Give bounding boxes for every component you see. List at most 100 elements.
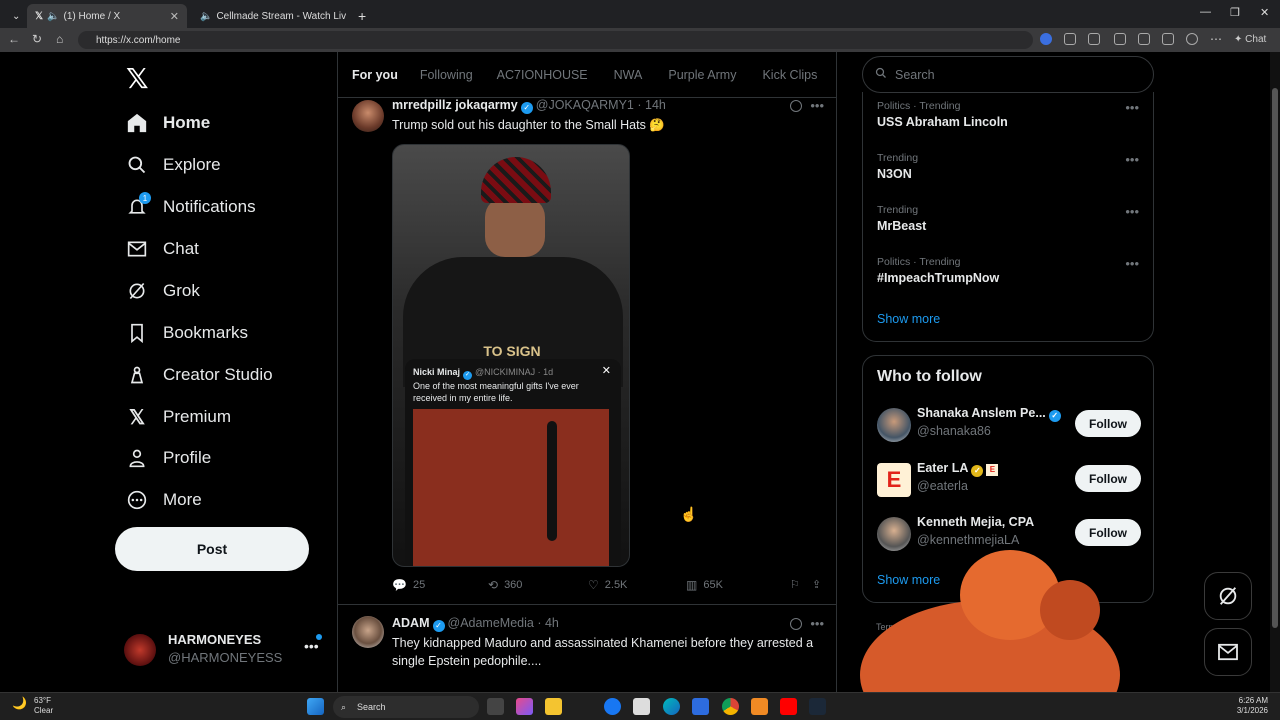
sidebar-item-chat[interactable]: Chat	[124, 234, 199, 264]
author-name[interactable]: ADAM	[392, 616, 430, 630]
follow-suggestion[interactable]: E Eater LA ✓ E @eaterla Follow	[877, 461, 1141, 501]
messages-floating-button[interactable]	[1204, 628, 1252, 676]
suggestion-name[interactable]: Eater LA ✓ E	[917, 461, 999, 477]
sidebar-item-creator-studio[interactable]: Creator Studio	[124, 360, 273, 390]
file-explorer-icon[interactable]	[545, 698, 562, 715]
like-button[interactable]: ♡ 2.5K	[588, 578, 627, 592]
grok-floating-button[interactable]	[1204, 572, 1252, 620]
restore-button[interactable]: ❐	[1230, 6, 1240, 19]
browser-essentials-icon[interactable]	[1162, 33, 1174, 45]
system-clock[interactable]: 6:26 AM 3/1/2026	[1228, 696, 1268, 716]
tab-cellmade-stream[interactable]: 🔈 Cellmade Stream - Watch Liv ✕	[188, 4, 346, 28]
account-switcher[interactable]: HARMONEYES @HARMONEYESS •••	[124, 630, 336, 674]
home-page-icon[interactable]: ⌂	[56, 32, 63, 46]
youtube-icon[interactable]	[780, 698, 797, 715]
more-dots-icon[interactable]: •••	[1125, 204, 1139, 219]
suggestion-name[interactable]: Kenneth Mejia, CPA	[917, 515, 1034, 529]
sidebar-item-premium[interactable]: 𝕏 Premium	[124, 402, 231, 432]
steam-icon[interactable]	[809, 698, 826, 715]
more-dots-icon[interactable]: •••	[810, 616, 824, 631]
url-field[interactable]: https://x.com/home	[78, 31, 1033, 49]
post-time[interactable]: 4h	[545, 616, 559, 630]
follow-button[interactable]: Follow	[1075, 465, 1141, 492]
weather-widget[interactable]: 🌙 63°F Clear	[12, 696, 53, 716]
sidebar-item-notifications[interactable]: 1 Notifications	[124, 192, 256, 222]
follow-button[interactable]: Follow	[1075, 410, 1141, 437]
more-dots-icon[interactable]: •••	[810, 98, 824, 113]
copilot-chat-button[interactable]: ✦ Chat	[1234, 34, 1266, 45]
settings-more-icon[interactable]: ⋯	[1210, 32, 1222, 46]
sidebar-item-explore[interactable]: Explore	[124, 150, 221, 180]
more-dots-icon[interactable]: •••	[304, 638, 319, 654]
trend-item[interactable]: Politics · Trending #ImpeachTrumpNow •••	[877, 256, 1147, 285]
show-more-link[interactable]: Show more	[877, 312, 940, 326]
sidebar-item-profile[interactable]: Profile	[124, 443, 211, 473]
tab-nwa[interactable]: NWA	[614, 68, 643, 82]
sidebar-item-home[interactable]: Home	[124, 108, 210, 138]
more-dots-icon[interactable]: •••	[1125, 256, 1139, 271]
close-tab-icon[interactable]: ✕	[170, 10, 179, 23]
trend-item[interactable]: Politics · Trending USS Abraham Lincoln …	[877, 100, 1147, 129]
split-screen-icon[interactable]	[1114, 33, 1126, 45]
windows-start-icon[interactable]	[307, 698, 324, 715]
author-handle[interactable]: @JOKAQARMY1	[536, 98, 634, 112]
tab-following[interactable]: Following	[420, 68, 473, 82]
sidebar-item-bookmarks[interactable]: Bookmarks	[124, 318, 248, 348]
tab-actions-button[interactable]: ⌄	[4, 4, 24, 28]
avatar[interactable]	[352, 100, 384, 132]
views-button[interactable]: ▥ 65K	[686, 578, 723, 592]
sidebar-item-grok[interactable]: Grok	[124, 276, 200, 306]
calculator-icon[interactable]	[692, 698, 709, 715]
close-window-button[interactable]: ✕	[1260, 6, 1269, 19]
refresh-icon[interactable]: ↻	[32, 32, 42, 46]
post-time[interactable]: 14h	[645, 98, 666, 112]
back-arrow-icon[interactable]: ←	[8, 32, 20, 46]
taskbar-search[interactable]: ⌕ Search	[333, 696, 479, 718]
minimize-button[interactable]: —	[1200, 6, 1211, 18]
favorites-icon[interactable]	[1138, 33, 1150, 45]
author-handle[interactable]: @AdameMedia	[448, 616, 534, 630]
page-scrollbar[interactable]	[1270, 52, 1280, 692]
extensions-icon[interactable]	[1088, 33, 1100, 45]
post-button[interactable]: Post	[115, 527, 309, 571]
post-card[interactable]: ADAM ✓ @AdameMedia · 4h ••• They kidnapped…	[338, 614, 836, 692]
post-card[interactable]: mrredpillz jokaqarmy ✓ @JOKAQARMY1 · 14h •…	[338, 98, 836, 604]
x-logo-icon[interactable]: 𝕏	[126, 62, 149, 95]
more-dots-icon[interactable]: •••	[1125, 152, 1139, 167]
amazon-icon[interactable]	[633, 698, 650, 715]
edge-icon[interactable]	[663, 698, 680, 715]
trend-item[interactable]: Trending N3ON •••	[877, 152, 1147, 181]
more-dots-icon[interactable]: •••	[1125, 100, 1139, 115]
scrollbar-thumb[interactable]	[1272, 88, 1278, 628]
extension-icon[interactable]	[1040, 33, 1052, 45]
facebook-icon[interactable]	[604, 698, 621, 715]
new-tab-button[interactable]: +	[350, 4, 370, 28]
share-icon[interactable]: ⇪	[812, 578, 821, 591]
chrome-icon[interactable]	[722, 698, 739, 715]
trend-item[interactable]: Trending MrBeast •••	[877, 204, 1147, 233]
tab-for-you[interactable]: For you	[352, 68, 398, 82]
profile-avatar-icon[interactable]	[1186, 33, 1198, 45]
grok-icon[interactable]	[790, 100, 802, 112]
copilot-icon[interactable]	[516, 698, 533, 715]
vlc-icon[interactable]	[751, 698, 768, 715]
eater-logo-icon[interactable]: E	[877, 463, 911, 497]
avatar[interactable]	[877, 408, 911, 442]
tab-kick-clips[interactable]: Kick Clips	[762, 68, 817, 82]
post-video[interactable]: TO SIGN Nicki Minaj ✓ @NICKIMINAJ · 1d ✕ O…	[392, 144, 630, 567]
search-input[interactable]: Search	[862, 56, 1154, 93]
reply-button[interactable]: 💬 25	[392, 578, 425, 592]
task-view-icon[interactable]	[487, 698, 504, 715]
tab-ac7ionhouse[interactable]: AC7IONHOUSE	[497, 68, 588, 82]
extension-icon[interactable]	[1064, 33, 1076, 45]
follow-suggestion[interactable]: Shanaka Anslem Pe... ✓ @shanaka86 Follow	[877, 406, 1141, 446]
author-name[interactable]: mrredpillz jokaqarmy	[392, 98, 518, 112]
sidebar-item-more[interactable]: More	[124, 485, 202, 515]
grok-icon[interactable]	[790, 618, 802, 630]
tab-purple-army[interactable]: Purple Army	[668, 68, 736, 82]
repost-button[interactable]: ⟲ 360	[488, 578, 522, 592]
bookmark-icon[interactable]: ⚐	[790, 578, 800, 591]
suggestion-name[interactable]: Shanaka Anslem Pe... ✓	[917, 406, 1064, 422]
avatar[interactable]	[352, 616, 384, 648]
tab-home-x[interactable]: 𝕏 🔈 (1) Home / X ✕	[27, 4, 187, 28]
